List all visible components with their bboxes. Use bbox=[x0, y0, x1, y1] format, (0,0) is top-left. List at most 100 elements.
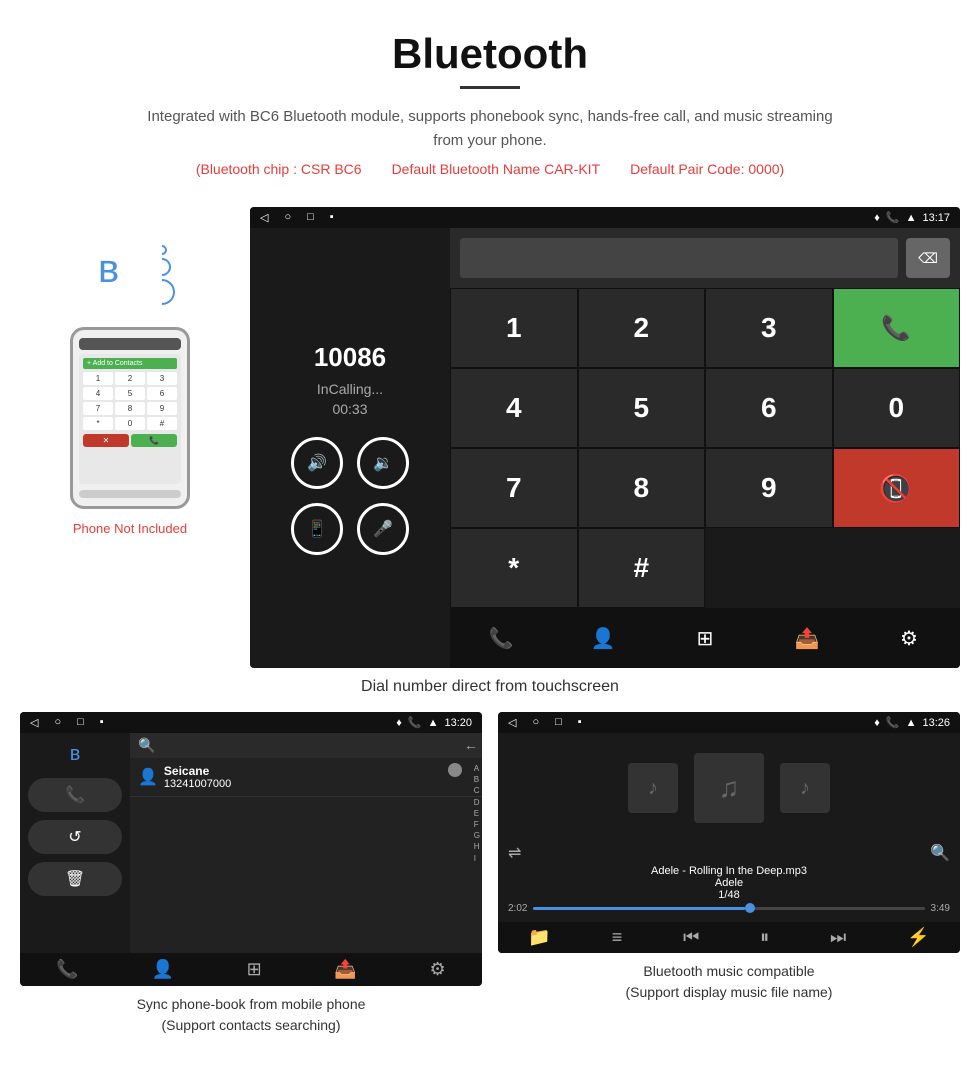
transfer-icon[interactable]: 📤 bbox=[787, 618, 827, 658]
pb-contact-name: Seicane bbox=[164, 764, 231, 778]
dial-key-hash[interactable]: # bbox=[578, 528, 706, 608]
clock: 13:17 bbox=[922, 212, 950, 224]
specs-row: (Bluetooth chip : CSR BC6 Default Blueto… bbox=[20, 161, 960, 177]
phonebook-section: ◁ ○ □ ▪ ♦ 📞 ▲ 13:20 ʙ 📞 ↺ 🗑 bbox=[20, 712, 482, 1036]
pb-nav-icons: ◁ ○ □ ▪ bbox=[30, 716, 104, 729]
phone-key: 8 bbox=[115, 402, 145, 415]
time-elapsed: 2:02 bbox=[508, 903, 527, 914]
dial-key-1[interactable]: 1 bbox=[450, 288, 578, 368]
phone-key: 7 bbox=[83, 402, 113, 415]
status-bar: ◁ ○ □ ▪ ♦ 📞 ▲ 13:17 bbox=[250, 207, 960, 228]
pb-transfer-icon[interactable]: 📤 bbox=[334, 959, 356, 980]
phone-key: 1 bbox=[83, 372, 113, 385]
phone-key: 0 bbox=[115, 417, 145, 430]
music-playlist-icon[interactable]: ≡ bbox=[612, 927, 623, 948]
music-folder-icon[interactable]: 📁 bbox=[528, 927, 550, 948]
phone-mockup: + Add to Contacts 1 2 3 4 5 6 7 8 9 * 0 … bbox=[70, 327, 190, 509]
phonebook-ui: ʙ 📞 ↺ 🗑 🔍 ← ABCDEFGHI 👤 Seicane bbox=[20, 733, 482, 953]
status-icons: ♦ 📞 ▲ 13:17 bbox=[874, 211, 950, 224]
dial-key-5[interactable]: 5 bbox=[578, 368, 706, 448]
phone-key: 6 bbox=[147, 387, 177, 400]
dial-key-6[interactable]: 6 bbox=[705, 368, 833, 448]
music-ui: ♪ ♫ ♪ ⇌ 🔍 Adele - Rolling In the Deep.mp… bbox=[498, 733, 960, 953]
phone-keypad: 1 2 3 4 5 6 7 8 9 * 0 # bbox=[83, 372, 177, 430]
pb-search-bar: 🔍 ← bbox=[130, 733, 482, 758]
call-controls-row-1: 🔊 🔉 bbox=[291, 437, 409, 489]
pb-contact-info: Seicane 13241007000 bbox=[164, 764, 231, 790]
pb-phone-icon: 📞 bbox=[408, 716, 422, 729]
contacts-icon[interactable]: 👤 bbox=[583, 618, 623, 658]
dial-key-4[interactable]: 4 bbox=[450, 368, 578, 448]
transfer-button[interactable]: 📱 bbox=[291, 503, 343, 555]
call-timer: 00:33 bbox=[332, 401, 367, 417]
pb-recent-icon[interactable]: 📞 bbox=[56, 959, 78, 980]
pb-main: 🔍 ← ABCDEFGHI 👤 Seicane 13241007000 bbox=[130, 733, 482, 953]
caption-phonebook: Sync phone-book from mobile phone (Suppo… bbox=[137, 994, 366, 1036]
signal-waves-icon bbox=[157, 242, 175, 308]
music-shuffle-row: ⇌ 🔍 bbox=[508, 843, 950, 863]
progress-bar-wrap[interactable] bbox=[533, 907, 924, 910]
pb-sync-button[interactable]: ↺ bbox=[28, 820, 122, 854]
music-next-icon[interactable]: ⏭ bbox=[830, 927, 846, 948]
phone-key: * bbox=[83, 417, 113, 430]
pb-dialpad-icon[interactable]: ⊞ bbox=[247, 959, 262, 980]
phone-status-icon: 📞 bbox=[886, 211, 900, 224]
pb-settings-icon[interactable]: ⚙ bbox=[429, 959, 445, 980]
dial-key-2[interactable]: 2 bbox=[578, 288, 706, 368]
music-notif-icon: ▪ bbox=[578, 716, 582, 729]
dial-key-8[interactable]: 8 bbox=[578, 448, 706, 528]
track-number: 1/48 bbox=[508, 889, 950, 901]
call-green-button[interactable]: 📞 bbox=[833, 288, 961, 368]
dialpad-icon[interactable]: ⊞ bbox=[685, 618, 725, 658]
music-eq-icon[interactable]: ⚡ bbox=[907, 927, 929, 948]
music-play-icon[interactable]: ⏸ bbox=[760, 927, 769, 948]
phone-key: 9 bbox=[147, 402, 177, 415]
pb-delete-button[interactable]: 🗑 bbox=[28, 862, 122, 896]
progress-bar-fill bbox=[533, 907, 744, 910]
pb-back-btn[interactable]: ← bbox=[464, 737, 478, 753]
bottom-screenshots: ◁ ○ □ ▪ ♦ 📞 ▲ 13:20 ʙ 📞 ↺ 🗑 bbox=[0, 712, 980, 1056]
settings-icon[interactable]: ⚙ bbox=[889, 618, 929, 658]
pb-home-icon: ○ bbox=[54, 716, 61, 729]
music-location-icon: ♦ bbox=[874, 717, 880, 729]
phone-not-included-label: Phone Not Included bbox=[73, 521, 187, 536]
spec-chip: (Bluetooth chip : CSR BC6 bbox=[196, 161, 362, 177]
music-recent-icon: □ bbox=[555, 716, 562, 729]
volume-down-button[interactable]: 🔉 bbox=[357, 437, 409, 489]
album-art-prev: ♪ bbox=[628, 763, 678, 813]
pb-contacts-icon[interactable]: 👤 bbox=[151, 959, 173, 980]
caption-phonebook-line2: (Support contacts searching) bbox=[162, 1017, 341, 1033]
music-prev-icon[interactable]: ⏮ bbox=[683, 927, 699, 948]
music-section: ◁ ○ □ ▪ ♦ 📞 ▲ 13:26 ♪ ♫ ♪ bbox=[498, 712, 960, 1036]
dial-key-star[interactable]: * bbox=[450, 528, 578, 608]
music-track-info: Adele - Rolling In the Deep.mp3 Adele 1/… bbox=[508, 865, 950, 901]
dial-key-0[interactable]: 0 bbox=[833, 368, 961, 448]
dialpad-input[interactable] bbox=[460, 238, 898, 278]
recent-calls-icon[interactable]: 📞 bbox=[481, 618, 521, 658]
music-screenshot: ◁ ○ □ ▪ ♦ 📞 ▲ 13:26 ♪ ♫ ♪ bbox=[498, 712, 960, 953]
call-red-button[interactable]: 📵 bbox=[833, 448, 961, 528]
dial-key-3[interactable]: 3 bbox=[705, 288, 833, 368]
pb-contact-item[interactable]: 👤 Seicane 13241007000 bbox=[130, 758, 482, 797]
caption-phonebook-line1: Sync phone-book from mobile phone bbox=[137, 996, 366, 1012]
mute-button[interactable]: 🎤 bbox=[357, 503, 409, 555]
pb-phone-button[interactable]: 📞 bbox=[28, 778, 122, 812]
volume-up-button[interactable]: 🔊 bbox=[291, 437, 343, 489]
pb-scroll-indicator bbox=[448, 763, 462, 777]
call-bottom-bar: 📞 👤 ⊞ 📤 ⚙ bbox=[450, 608, 960, 668]
search-music-icon[interactable]: 🔍 bbox=[930, 843, 950, 863]
back-icon: ◁ bbox=[260, 211, 268, 224]
music-back-icon: ◁ bbox=[508, 716, 516, 729]
backspace-button[interactable]: ⌫ bbox=[906, 238, 950, 278]
music-nav-icons: ◁ ○ □ ▪ bbox=[508, 716, 582, 729]
nav-icons: ◁ ○ □ ▪ bbox=[260, 211, 334, 224]
music-controls-area: ⇌ 🔍 Adele - Rolling In the Deep.mp3 Adel… bbox=[498, 843, 960, 922]
caption-music-line1: Bluetooth music compatible bbox=[643, 963, 814, 979]
progress-dot bbox=[745, 903, 755, 913]
home-icon: ○ bbox=[284, 211, 291, 224]
phone-bottom-bar bbox=[79, 490, 181, 498]
dial-key-7[interactable]: 7 bbox=[450, 448, 578, 528]
phone-key: 2 bbox=[115, 372, 145, 385]
shuffle-icon[interactable]: ⇌ bbox=[508, 843, 521, 863]
dial-key-9[interactable]: 9 bbox=[705, 448, 833, 528]
